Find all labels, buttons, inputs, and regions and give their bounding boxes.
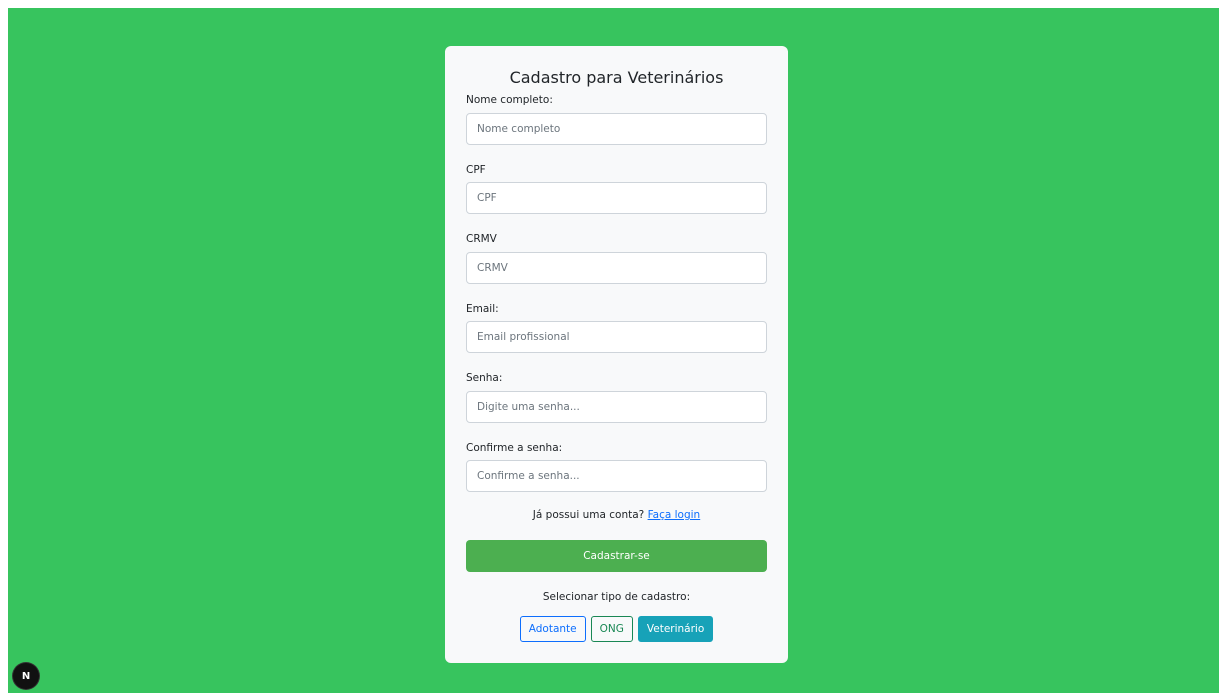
select-type-label: Selecionar tipo de cadastro: <box>542 591 691 603</box>
confirm-password-input[interactable] <box>466 460 767 492</box>
email-input[interactable] <box>466 321 767 353</box>
cpf-label: CPF <box>466 164 486 176</box>
login-prompt-line: Já possui uma conta? Faça login <box>445 509 788 521</box>
nextjs-logo-icon[interactable]: N <box>13 663 39 689</box>
login-link[interactable]: Faça login <box>648 509 701 521</box>
full-name-input[interactable] <box>466 113 767 145</box>
email-label: Email: <box>466 303 499 315</box>
signup-card: Cadastro para Veterinários Nome completo… <box>445 46 788 663</box>
password-input[interactable] <box>466 391 767 423</box>
cpf-input[interactable] <box>466 182 767 214</box>
crmv-input[interactable] <box>466 252 767 284</box>
crmv-label: CRMV <box>466 233 497 245</box>
type-ong-button[interactable]: ONG <box>590 616 633 642</box>
full-name-label: Nome completo: <box>466 94 553 106</box>
password-label: Senha: <box>466 372 503 384</box>
submit-button[interactable]: Cadastrar-se <box>466 540 767 572</box>
login-prompt-text: Já possui uma conta? <box>532 509 645 521</box>
type-adotante-button[interactable]: Adotante <box>519 616 586 642</box>
confirm-password-label: Confirme a senha: <box>466 442 563 454</box>
type-veterinario-button[interactable]: Veterinário <box>637 616 714 642</box>
registration-type-group: Adotante ONG Veterinário <box>445 616 788 642</box>
form-title: Cadastro para Veterinários <box>509 68 724 87</box>
